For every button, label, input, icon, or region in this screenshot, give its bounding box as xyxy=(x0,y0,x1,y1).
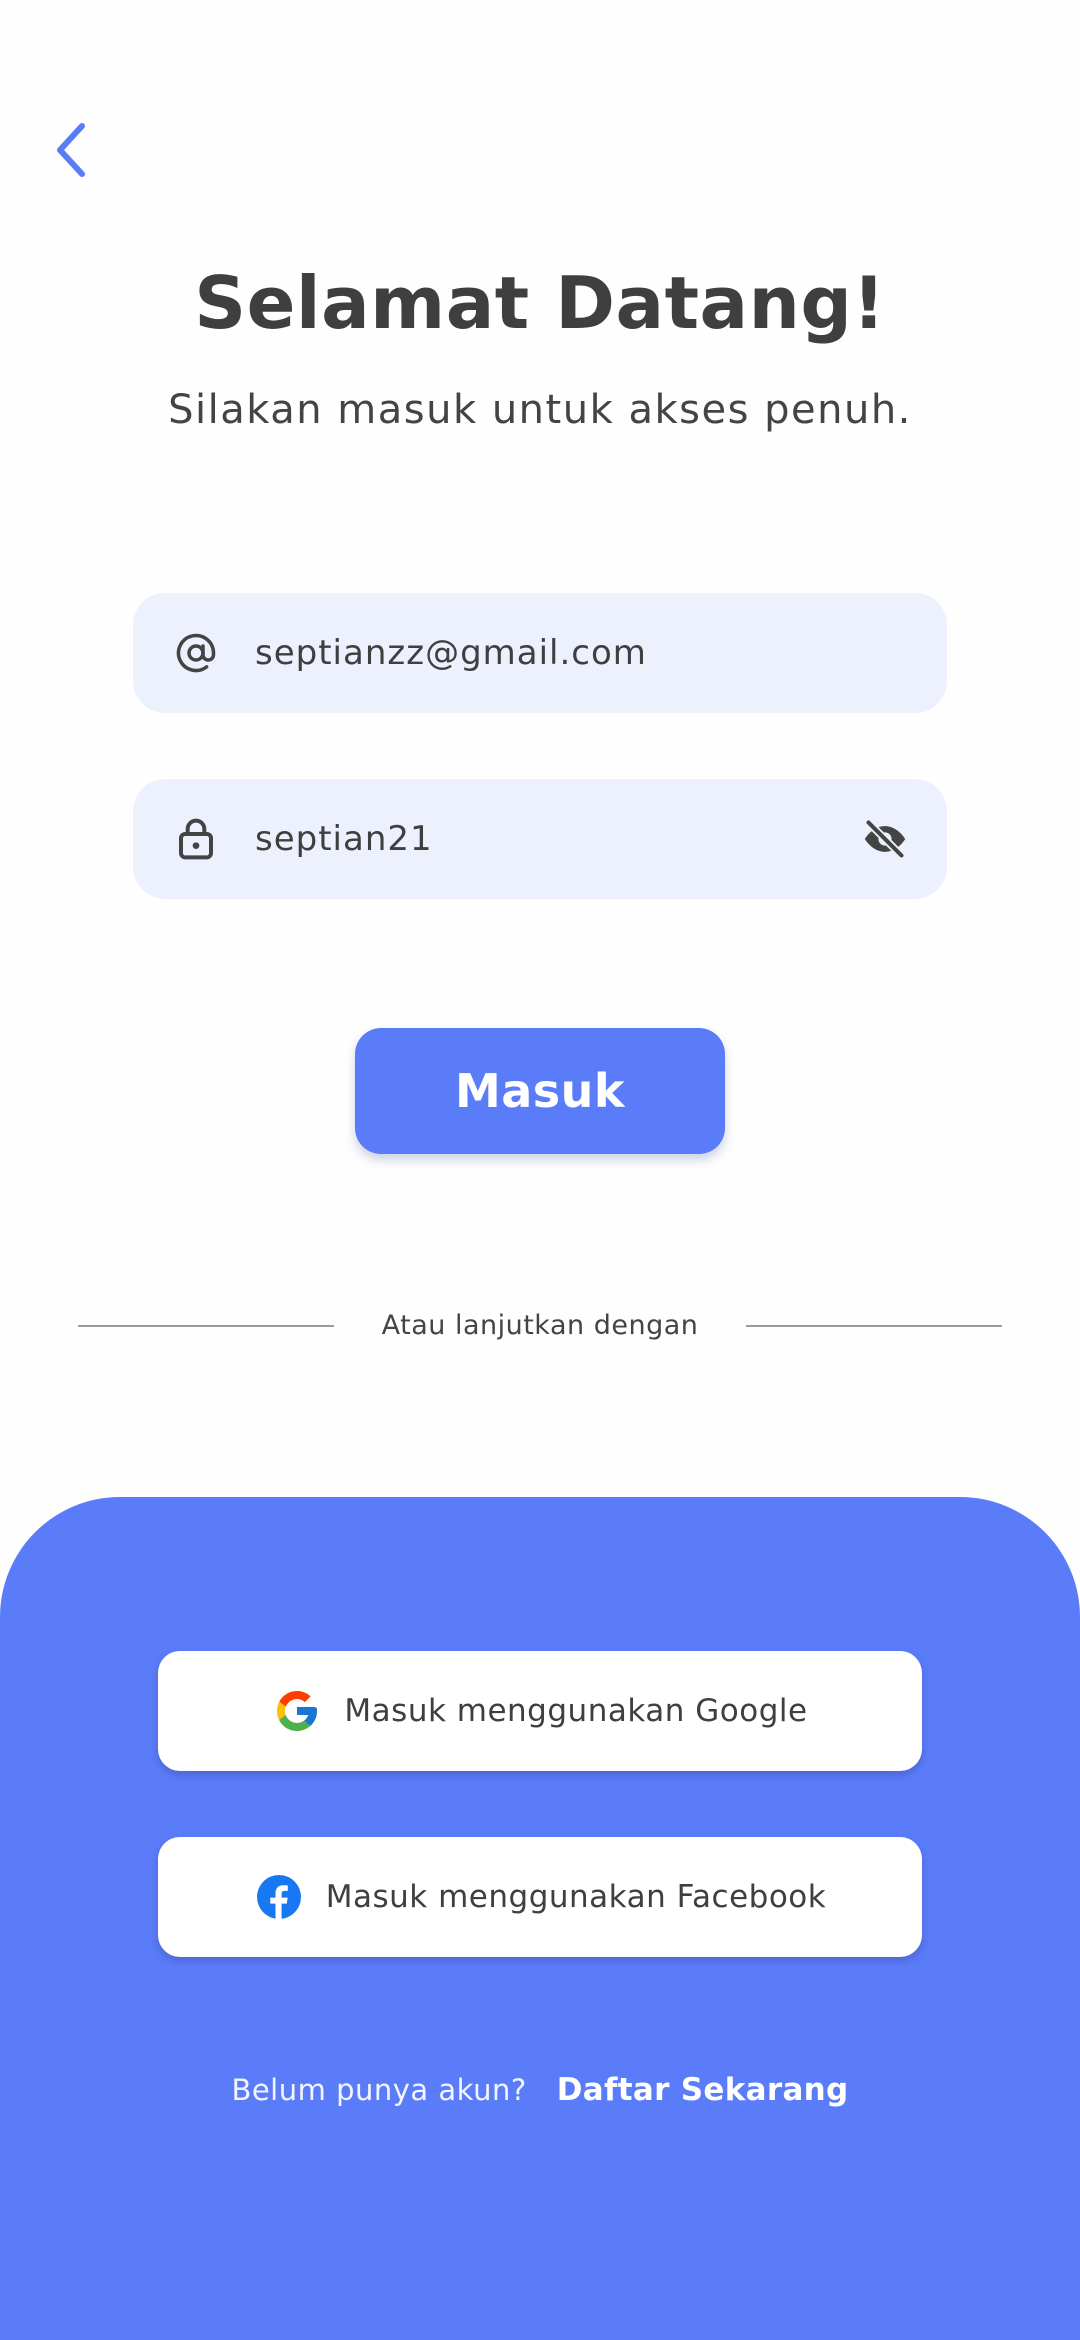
google-login-button[interactable]: Masuk menggunakan Google xyxy=(158,1651,922,1771)
email-input[interactable] xyxy=(255,623,947,683)
signup-row: Belum punya akun? Daftar Sekarang xyxy=(0,2072,1080,2108)
facebook-icon xyxy=(254,1872,304,1922)
google-icon xyxy=(272,1686,322,1736)
divider-text: Atau lanjutkan dengan xyxy=(381,1310,699,1341)
divider-line-right xyxy=(746,1325,1002,1327)
google-login-label: Masuk menggunakan Google xyxy=(344,1693,808,1729)
page-title: Selamat Datang! xyxy=(194,261,886,345)
password-field[interactable] xyxy=(133,779,947,899)
signup-prompt: Belum punya akun? xyxy=(231,2073,527,2107)
facebook-login-label: Masuk menggunakan Facebook xyxy=(325,1879,827,1915)
page-subtitle: Silakan masuk untuk akses penuh. xyxy=(168,387,912,433)
login-button[interactable]: Masuk xyxy=(355,1028,725,1154)
chevron-left-icon xyxy=(57,123,85,177)
eye-off-icon[interactable] xyxy=(861,815,909,863)
facebook-login-button[interactable]: Masuk menggunakan Facebook xyxy=(158,1837,922,1957)
lock-icon xyxy=(174,817,218,861)
divider-line-left xyxy=(78,1325,334,1327)
password-input[interactable] xyxy=(255,809,861,869)
email-field[interactable] xyxy=(133,593,947,713)
back-button[interactable] xyxy=(50,118,94,182)
signup-link[interactable]: Daftar Sekarang xyxy=(557,2072,849,2108)
at-icon xyxy=(174,631,218,675)
